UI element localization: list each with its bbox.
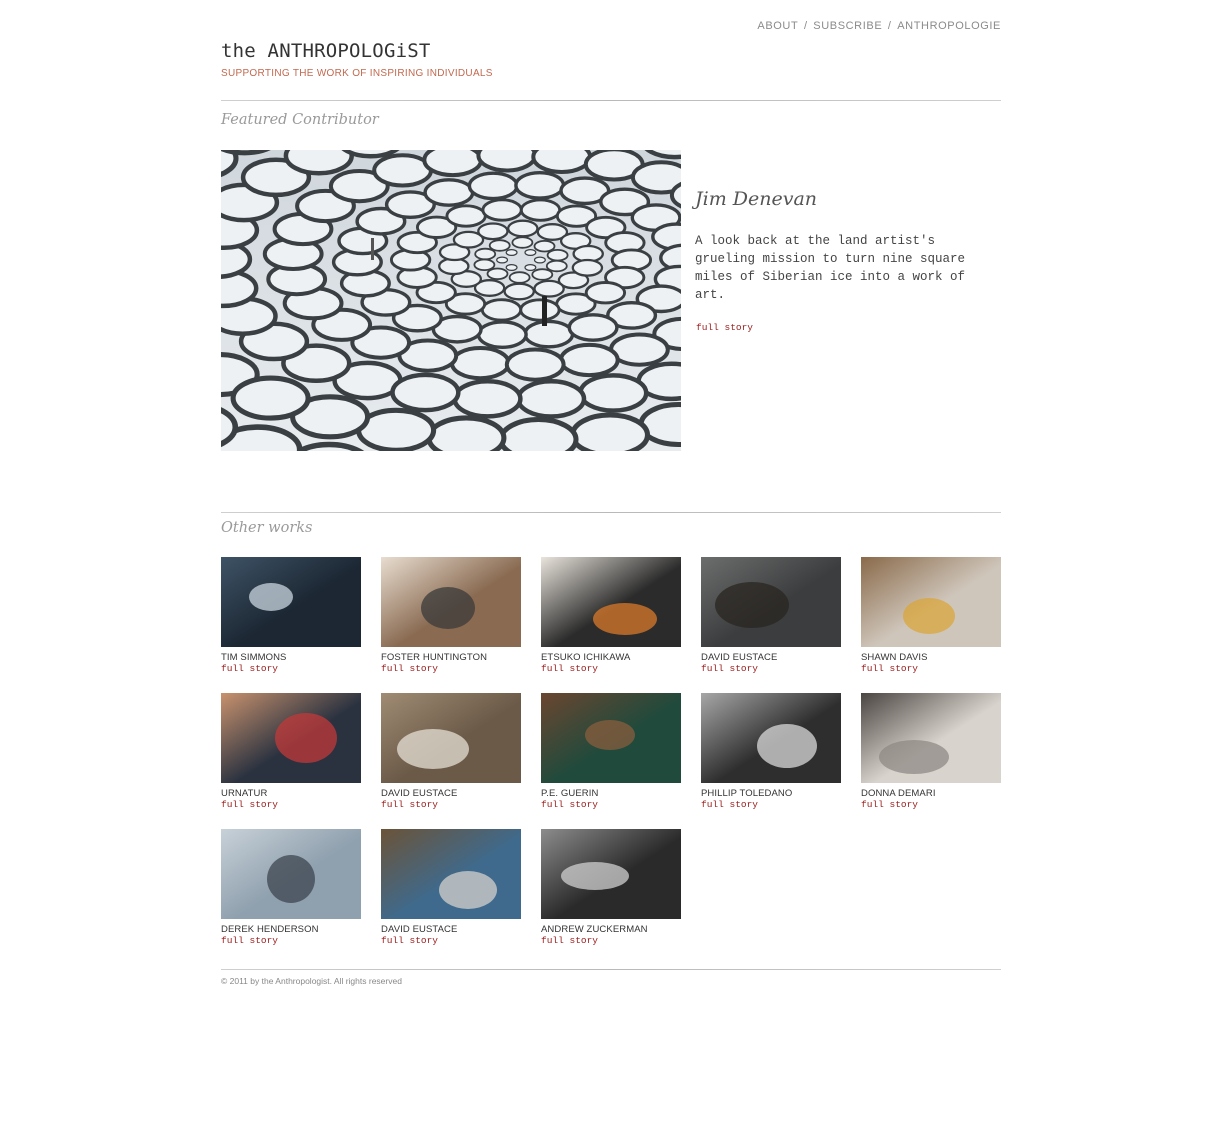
work-contributor-name[interactable]: DONNA DEMARI	[861, 788, 1001, 799]
work-card[interactable]: DEREK HENDERSON full story	[221, 829, 361, 946]
nav-about-link[interactable]: ABOUT	[757, 20, 798, 32]
work-full-story-link[interactable]: full story	[541, 935, 681, 946]
work-card[interactable]: FOSTER HUNTINGTON full story	[381, 557, 521, 674]
work-full-story-link[interactable]: full story	[381, 799, 521, 810]
work-thumbnail[interactable]	[701, 557, 841, 647]
footer-divider	[221, 969, 1001, 970]
work-full-story-link[interactable]: full story	[701, 663, 841, 674]
work-card[interactable]: TIM SIMMONS full story	[221, 557, 361, 674]
work-contributor-name[interactable]: ETSUKO ICHIKAWA	[541, 652, 681, 663]
work-card[interactable]: DONNA DEMARI full story	[861, 693, 1001, 810]
work-thumbnail[interactable]	[381, 557, 521, 647]
work-full-story-link[interactable]: full story	[861, 799, 1001, 810]
work-card[interactable]: PHILLIP TOLEDANO full story	[701, 693, 841, 810]
work-thumbnail[interactable]	[221, 557, 361, 647]
featured-full-story-link[interactable]: full story	[696, 322, 753, 333]
work-thumbnail[interactable]	[381, 693, 521, 783]
work-card[interactable]: DAVID EUSTACE full story	[381, 693, 521, 810]
nav-separator: /	[884, 20, 896, 32]
work-contributor-name[interactable]: URNATUR	[221, 788, 361, 799]
work-full-story-link[interactable]: full story	[221, 799, 361, 810]
other-works-heading: Other works	[221, 520, 313, 536]
featured-contributor-name[interactable]: Jim Denevan	[695, 188, 817, 210]
work-card[interactable]: ETSUKO ICHIKAWA full story	[541, 557, 681, 674]
site-logo[interactable]: the ANTHROPOLOGiST	[221, 40, 431, 62]
work-contributor-name[interactable]: DEREK HENDERSON	[221, 924, 361, 935]
header-divider	[221, 100, 1001, 101]
snow-circles-photo	[221, 150, 681, 451]
featured-description: A look back at the land artist's gruelin…	[695, 234, 966, 302]
work-card[interactable]: URNATUR full story	[221, 693, 361, 810]
work-thumbnail[interactable]	[541, 829, 681, 919]
work-contributor-name[interactable]: FOSTER HUNTINGTON	[381, 652, 521, 663]
work-contributor-name[interactable]: DAVID EUSTACE	[381, 788, 521, 799]
nav-subscribe-link[interactable]: SUBSCRIBE	[813, 20, 882, 32]
work-card[interactable]: P.E. GUERIN full story	[541, 693, 681, 810]
work-contributor-name[interactable]: P.E. GUERIN	[541, 788, 681, 799]
work-contributor-name[interactable]: DAVID EUSTACE	[701, 652, 841, 663]
footer-copyright: © 2011 by the Anthropologist. All rights…	[221, 976, 402, 986]
work-thumbnail[interactable]	[541, 693, 681, 783]
work-card[interactable]: ANDREW ZUCKERMAN full story	[541, 829, 681, 946]
work-thumbnail[interactable]	[381, 829, 521, 919]
work-full-story-link[interactable]: full story	[221, 663, 361, 674]
work-full-story-link[interactable]: full story	[221, 935, 361, 946]
work-full-story-link[interactable]: full story	[701, 799, 841, 810]
work-thumbnail[interactable]	[221, 693, 361, 783]
work-full-story-link[interactable]: full story	[381, 935, 521, 946]
work-thumbnail[interactable]	[701, 693, 841, 783]
work-thumbnail[interactable]	[861, 557, 1001, 647]
work-contributor-name[interactable]: DAVID EUSTACE	[381, 924, 521, 935]
work-card[interactable]: DAVID EUSTACE full story	[701, 557, 841, 674]
work-contributor-name[interactable]: ANDREW ZUCKERMAN	[541, 924, 681, 935]
featured-image[interactable]	[221, 150, 681, 451]
work-thumbnail[interactable]	[541, 557, 681, 647]
work-full-story-link[interactable]: full story	[381, 663, 521, 674]
work-thumbnail[interactable]	[221, 829, 361, 919]
nav-separator: /	[800, 20, 812, 32]
work-card[interactable]: SHAWN DAVIS full story	[861, 557, 1001, 674]
work-contributor-name[interactable]: PHILLIP TOLEDANO	[701, 788, 841, 799]
work-full-story-link[interactable]: full story	[541, 799, 681, 810]
top-navigation: ABOUT / SUBSCRIBE / ANTHROPOLOGIE	[221, 20, 1001, 32]
work-card[interactable]: DAVID EUSTACE full story	[381, 829, 521, 946]
featured-heading: Featured Contributor	[221, 112, 379, 128]
work-thumbnail[interactable]	[861, 693, 1001, 783]
nav-anthropologie-link[interactable]: ANTHROPOLOGIE	[897, 20, 1001, 32]
work-contributor-name[interactable]: TIM SIMMONS	[221, 652, 361, 663]
work-full-story-link[interactable]: full story	[861, 663, 1001, 674]
site-tagline: SUPPORTING THE WORK OF INSPIRING INDIVID…	[221, 68, 493, 79]
work-contributor-name[interactable]: SHAWN DAVIS	[861, 652, 1001, 663]
work-full-story-link[interactable]: full story	[541, 663, 681, 674]
section-divider	[221, 512, 1001, 513]
